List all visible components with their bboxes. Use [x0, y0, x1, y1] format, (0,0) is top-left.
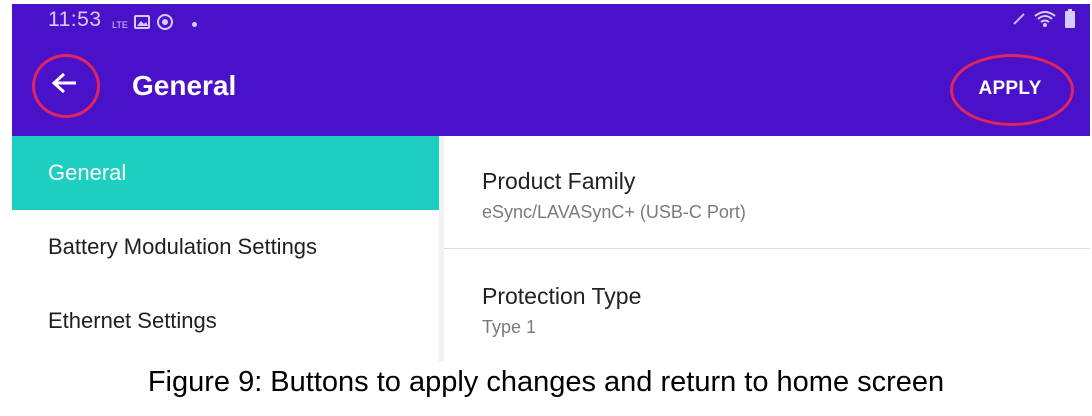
sidebar-item-label: Battery Modulation Settings: [48, 234, 318, 259]
dot-icon: [191, 22, 197, 27]
figure-caption: Figure 9: Buttons to apply changes and r…: [147, 366, 945, 398]
setting-value: Type 1: [482, 317, 537, 337]
status-icons-right: [1012, 9, 1076, 34]
app-bar: 11:53 LTE General APPLY: [12, 4, 1090, 136]
wifi-icon: [1034, 10, 1056, 33]
back-button[interactable]: [32, 54, 98, 116]
lte-icon: LTE: [112, 19, 128, 30]
sidebar-item-ethernet[interactable]: Ethernet Settings: [12, 284, 439, 358]
status-icons-left: LTE: [112, 13, 197, 36]
status-bar: 11:53 LTE: [12, 4, 1090, 40]
sidebar-item-general[interactable]: General: [12, 136, 439, 210]
image-icon: [133, 15, 150, 34]
edit-icon: [1012, 12, 1026, 31]
setting-value: eSync/LAVASynC+ (USB-C Port): [482, 202, 746, 222]
device-screen: 11:53 LTE General APPLY General Battery …: [12, 4, 1090, 362]
page-title: General: [132, 70, 237, 101]
sidebar-item-battery-modulation[interactable]: Battery Modulation Settings: [12, 210, 439, 284]
setting-protection-type[interactable]: Protection Type Type 1: [444, 249, 1090, 362]
sidebar-item-label: General: [48, 160, 127, 185]
setting-title: Product Family: [482, 168, 636, 194]
data-saver-icon: [156, 13, 174, 36]
arrow-left-icon: [51, 71, 79, 100]
status-time: 11:53: [48, 8, 102, 31]
battery-icon: [1064, 9, 1076, 34]
setting-product-family[interactable]: Product Family eSync/LAVASynC+ (USB-C Po…: [444, 136, 1090, 249]
setting-title: Protection Type: [482, 283, 642, 309]
apply-button[interactable]: APPLY: [962, 74, 1058, 104]
sidebar-item-label: Ethernet Settings: [48, 308, 217, 333]
settings-panel: Product Family eSync/LAVASynC+ (USB-C Po…: [444, 136, 1090, 362]
sidebar: General Battery Modulation Settings Ethe…: [12, 136, 439, 362]
